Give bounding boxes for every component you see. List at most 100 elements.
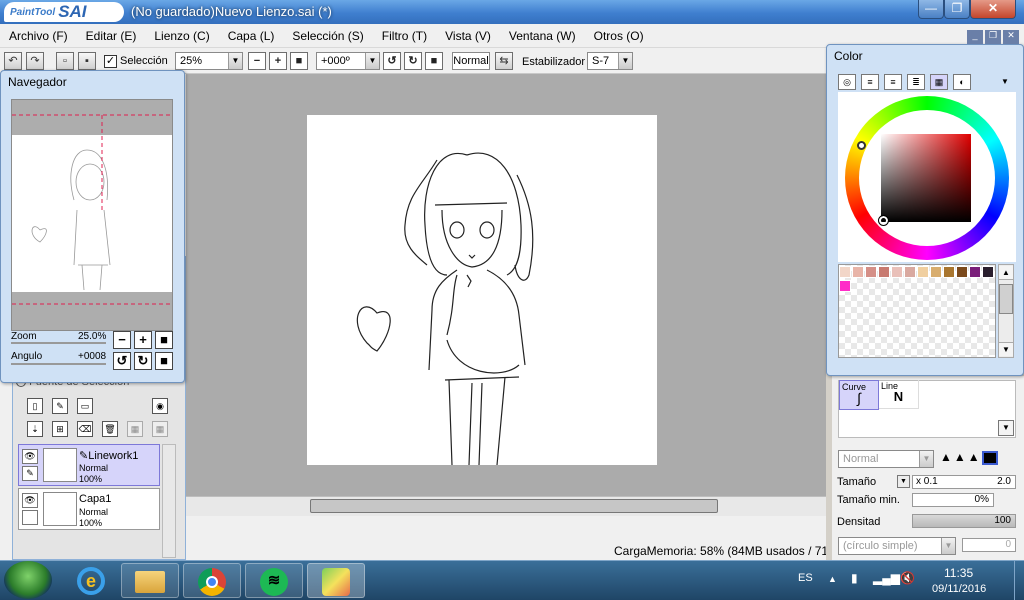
chevron-down-icon[interactable]: ▼	[999, 342, 1013, 356]
rotate-right-button[interactable]: ↻	[404, 52, 422, 70]
line-tool[interactable]: Line N	[879, 380, 919, 409]
clear-layer-icon[interactable]: ⌫	[77, 421, 93, 437]
zoom-in-button[interactable]: +	[269, 52, 287, 70]
menu-item[interactable]: Vista (V)	[436, 29, 500, 43]
start-button[interactable]	[4, 561, 52, 599]
zoom-out-button[interactable]: −	[248, 52, 266, 70]
eye-icon[interactable]: 👁	[22, 449, 38, 464]
layer-scrollbar[interactable]	[162, 444, 176, 558]
swatch-grid-icon[interactable]: ▦	[930, 74, 948, 90]
new-folder-icon[interactable]: ▭	[77, 398, 93, 414]
clock-time[interactable]: 11:35	[944, 566, 973, 580]
spotify-icon[interactable]: ≋	[245, 563, 303, 598]
volume-muted-icon[interactable]: 🔇	[900, 571, 915, 585]
zoom-dropdown[interactable]: 25% ▼	[175, 52, 243, 70]
signal-icon[interactable]: ▂▄▆	[873, 571, 900, 585]
rotation-dropdown[interactable]: +000º ▼	[316, 52, 380, 70]
brush-edge-shapes[interactable]: ▲▲▲	[940, 450, 1022, 468]
chevron-down-icon[interactable]: ▼	[897, 475, 910, 488]
menu-item[interactable]: Editar (E)	[77, 29, 146, 43]
rotate-reset-button[interactable]: ■	[425, 52, 443, 70]
eye-icon[interactable]: 👁	[22, 493, 38, 508]
color-swatch[interactable]	[865, 266, 877, 278]
hue-marker[interactable]	[857, 141, 866, 150]
saturation-value-box[interactable]	[881, 134, 971, 222]
close-button[interactable]: ✕	[970, 0, 1016, 19]
brush-shape-dropdown[interactable]: (círculo simple) ▼	[838, 537, 956, 555]
layer-row[interactable]: 👁 Capa1 Normal 100%	[18, 488, 160, 530]
color-swatch[interactable]	[917, 266, 929, 278]
pen-icon[interactable]: ✎	[22, 466, 38, 481]
apply-mask-icon[interactable]: ▦	[127, 421, 143, 437]
color-swatch[interactable]	[904, 266, 916, 278]
rgb-slider-icon[interactable]: ≡	[861, 74, 879, 90]
empty-toggle-icon[interactable]	[22, 510, 38, 525]
sv-marker[interactable]	[878, 215, 889, 226]
redo-button[interactable]: ↷	[26, 52, 44, 70]
color-swatch[interactable]	[982, 266, 994, 278]
horizontal-scroll-thumb[interactable]	[310, 499, 718, 513]
color-wheel-icon[interactable]: ◎	[838, 74, 856, 90]
invert-selection-button[interactable]: ▪	[78, 52, 96, 70]
close-icon[interactable]: ✕	[1003, 30, 1019, 44]
menu-item[interactable]: Archivo (F)	[0, 29, 77, 43]
layer-row[interactable]: 👁 ✎ ✎Linework1 Normal 100%	[18, 444, 160, 486]
show-hidden-icons[interactable]: ▲	[828, 574, 837, 584]
new-linework-layer-icon[interactable]: ✎	[52, 398, 68, 414]
new-layer-icon[interactable]: ▯	[27, 398, 43, 414]
nav-rotate-reset-button[interactable]: ■	[155, 352, 173, 370]
size-bar[interactable]: x 0.1 2.0	[912, 475, 1016, 489]
color-swatch[interactable]	[852, 266, 864, 278]
swatch-grid[interactable]	[838, 264, 996, 358]
minimize-icon[interactable]: _	[967, 30, 983, 44]
nav-rotate-left-button[interactable]: ↺	[113, 352, 131, 370]
color-swatch[interactable]	[839, 266, 851, 278]
curve-tool[interactable]: Curve ∫	[839, 380, 879, 410]
menu-item[interactable]: Capa (L)	[219, 29, 284, 43]
delete-mask-icon[interactable]: ▦	[152, 421, 168, 437]
nav-zoom-reset-button[interactable]: ■	[155, 331, 173, 349]
undo-button[interactable]: ↶	[4, 52, 22, 70]
hsv-slider-icon[interactable]: ≡	[884, 74, 902, 90]
min-size-bar[interactable]: 0%	[912, 493, 994, 507]
deselect-button[interactable]: ▫	[56, 52, 74, 70]
navigator-preview[interactable]	[11, 99, 173, 331]
stabilizer-dropdown[interactable]: S-7 ▼	[587, 52, 633, 70]
nav-rotate-right-button[interactable]: ↻	[134, 352, 152, 370]
transfer-down-icon[interactable]: ⇣	[27, 421, 43, 437]
color-swatch[interactable]	[969, 266, 981, 278]
clock-date[interactable]: 09/11/2016	[932, 583, 986, 595]
nav-zoom-in-button[interactable]: +	[134, 331, 152, 349]
nav-zoom-out-button[interactable]: −	[113, 331, 131, 349]
color-swatch[interactable]	[943, 266, 955, 278]
drawing-canvas[interactable]	[307, 115, 657, 466]
maximize-button[interactable]: ❐	[944, 0, 970, 19]
blend-mode-button[interactable]: Normal	[452, 52, 490, 70]
layer-mask-icon[interactable]: ◉	[152, 398, 168, 414]
zoom-slider[interactable]	[11, 342, 106, 344]
angle-slider[interactable]	[11, 363, 106, 365]
menu-item[interactable]: Selección (S)	[283, 29, 372, 43]
panel-menu-icon[interactable]: ▼	[1001, 77, 1009, 86]
menu-item[interactable]: Otros (O)	[585, 29, 653, 43]
shape-amount-bar[interactable]: 0	[962, 538, 1016, 552]
language-indicator[interactable]: ES	[798, 572, 813, 584]
color-swatch[interactable]	[891, 266, 903, 278]
show-desktop-button[interactable]	[1014, 561, 1024, 600]
zoom-reset-button[interactable]: ■	[290, 52, 308, 70]
restore-icon[interactable]: ❐	[985, 30, 1001, 44]
scratchpad-icon[interactable]: ◐	[953, 74, 971, 90]
color-swatch[interactable]	[878, 266, 890, 278]
painttool-sai-taskbar-icon[interactable]	[307, 563, 365, 598]
internet-explorer-icon[interactable]: e	[62, 563, 120, 598]
trash-icon[interactable]: 🗑	[102, 421, 118, 437]
swatch-scroll-thumb[interactable]	[999, 284, 1013, 314]
selection-checkbox[interactable]: ✓	[104, 55, 117, 68]
menu-item[interactable]: Filtro (T)	[373, 29, 436, 43]
density-bar[interactable]: 100	[912, 514, 1016, 528]
color-swatch[interactable]	[930, 266, 942, 278]
menu-item[interactable]: Lienzo (C)	[145, 29, 218, 43]
chevron-up-icon[interactable]: ▲	[999, 266, 1013, 280]
minimize-button[interactable]: —	[918, 0, 944, 19]
merge-down-icon[interactable]: ⊞	[52, 421, 68, 437]
